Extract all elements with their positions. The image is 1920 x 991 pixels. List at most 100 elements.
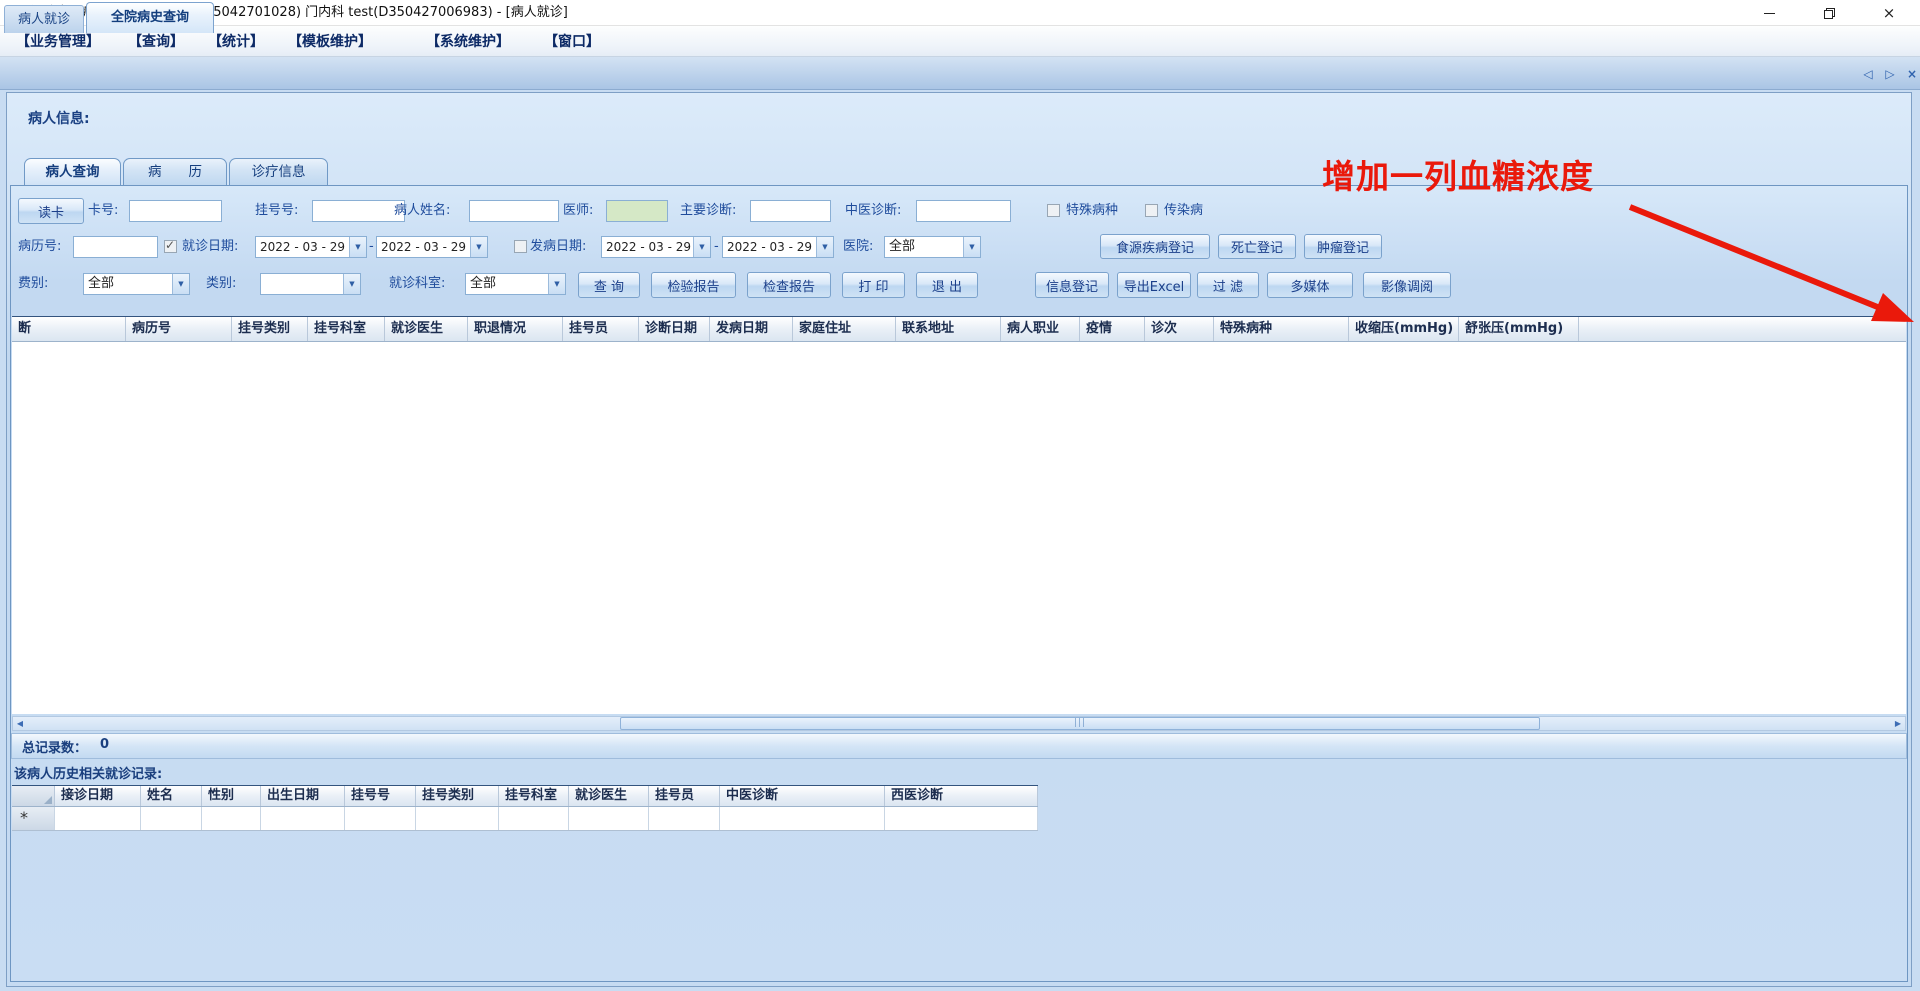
dropdown-icon[interactable]: ▼ bbox=[963, 237, 980, 257]
column-header[interactable]: 病历号 bbox=[126, 317, 232, 341]
column-header[interactable]: 就诊医生 bbox=[569, 786, 649, 806]
menu-system[interactable]: 【系统维护】 bbox=[426, 31, 510, 53]
column-header[interactable]: 诊断日期 bbox=[639, 317, 710, 341]
infectious-label: 传染病 bbox=[1164, 203, 1204, 218]
menu-query[interactable]: 【查询】 bbox=[128, 31, 184, 53]
special-disease-checkbox[interactable] bbox=[1047, 204, 1060, 217]
menu-window[interactable]: 【窗口】 bbox=[544, 31, 600, 53]
total-records-value: 0 bbox=[100, 737, 110, 752]
column-header[interactable]: 收缩压(mmHg) bbox=[1349, 317, 1459, 341]
column-header[interactable]: 挂号科室 bbox=[308, 317, 385, 341]
column-header[interactable]: 诊次 bbox=[1145, 317, 1214, 341]
hospital-value: 全部 bbox=[889, 239, 916, 254]
results-grid-body[interactable] bbox=[12, 342, 1906, 714]
column-header[interactable]: 姓名 bbox=[141, 786, 202, 806]
column-header[interactable]: 职退情况 bbox=[468, 317, 563, 341]
column-header[interactable]: 西医诊断 bbox=[885, 786, 1038, 806]
column-header[interactable]: 特殊病种 bbox=[1214, 317, 1349, 341]
tab-scroll-right-icon[interactable]: ▷ bbox=[1882, 66, 1898, 82]
dropdown-icon[interactable]: ▼ bbox=[172, 274, 189, 294]
restore-button[interactable] bbox=[1806, 0, 1852, 26]
image-view-button[interactable]: 影像调阅 bbox=[1363, 272, 1451, 298]
filter-button[interactable]: 过 滤 bbox=[1197, 272, 1259, 298]
column-header[interactable]: 挂号类别 bbox=[416, 786, 499, 806]
column-header[interactable]: 舒张压(mmHg) bbox=[1459, 317, 1579, 341]
column-header[interactable]: 家庭住址 bbox=[793, 317, 896, 341]
dropdown-icon[interactable]: ▼ bbox=[470, 237, 487, 257]
menu-template[interactable]: 【模板维护】 bbox=[288, 31, 372, 53]
column-header[interactable]: 出生日期 bbox=[261, 786, 345, 806]
column-header[interactable]: 疫情 bbox=[1080, 317, 1145, 341]
visit-date-from-picker[interactable]: 2022 - 03 - 29 ▼ bbox=[255, 236, 367, 258]
patient-name-input[interactable] bbox=[469, 200, 559, 222]
dropdown-icon[interactable]: ▼ bbox=[693, 237, 710, 257]
visit-date-to-value: 2022 - 03 - 29 bbox=[381, 240, 466, 254]
export-excel-button[interactable]: 导出Excel bbox=[1117, 272, 1191, 298]
tab-close-icon[interactable]: × bbox=[1904, 66, 1920, 82]
tcm-diagnosis-input[interactable] bbox=[916, 200, 1011, 222]
dropdown-icon[interactable]: ▼ bbox=[548, 274, 565, 294]
menu-business[interactable]: 【业务管理】 bbox=[16, 31, 100, 53]
column-header[interactable]: 挂号员 bbox=[563, 317, 639, 341]
menu-stats[interactable]: 【统计】 bbox=[208, 31, 264, 53]
record-no-input[interactable] bbox=[73, 236, 158, 258]
dropdown-icon[interactable]: ▼ bbox=[349, 237, 366, 257]
read-card-button[interactable]: 读卡 bbox=[18, 198, 84, 224]
visit-date-checkbox[interactable]: ✓ bbox=[164, 238, 177, 253]
dropdown-icon[interactable]: ▼ bbox=[343, 274, 360, 294]
column-header[interactable]: 中医诊断 bbox=[720, 786, 885, 806]
subtab-patient-query[interactable]: 病人查询 bbox=[24, 158, 121, 186]
exam-report-button[interactable]: 检查报告 bbox=[747, 272, 831, 298]
query-button[interactable]: 查 询 bbox=[578, 272, 640, 298]
food-disease-register-button[interactable]: 食源疾病登记 bbox=[1100, 234, 1210, 259]
tab-patient-visit[interactable]: 病人就诊 bbox=[4, 5, 84, 33]
history-grid-new-row[interactable]: * bbox=[12, 807, 1038, 831]
column-header[interactable]: 断 bbox=[12, 317, 126, 341]
category-select[interactable]: ▼ bbox=[260, 273, 361, 295]
onset-date-to-picker[interactable]: 2022 - 03 - 29 ▼ bbox=[722, 236, 834, 258]
card-no-input[interactable] bbox=[129, 200, 222, 222]
main-diagnosis-input[interactable] bbox=[750, 200, 831, 222]
column-header[interactable]: 性别 bbox=[202, 786, 261, 806]
close-button[interactable]: × bbox=[1866, 0, 1912, 26]
fee-type-select[interactable]: 全部 ▼ bbox=[83, 273, 190, 295]
subtab-treatment-info[interactable]: 诊疗信息 bbox=[229, 158, 328, 186]
lab-report-button[interactable]: 检验报告 bbox=[651, 272, 736, 298]
empty-cell bbox=[141, 807, 202, 830]
death-register-button[interactable]: 死亡登记 bbox=[1218, 234, 1296, 259]
scrollbar-thumb[interactable]: ||| bbox=[620, 717, 1540, 730]
onset-date-checkbox[interactable] bbox=[514, 240, 527, 253]
multimedia-button[interactable]: 多媒体 bbox=[1267, 272, 1353, 298]
scroll-left-icon[interactable]: ◀ bbox=[13, 717, 27, 730]
onset-date-from-picker[interactable]: 2022 - 03 - 29 ▼ bbox=[601, 236, 711, 258]
column-header[interactable]: 就诊医生 bbox=[385, 317, 468, 341]
column-header[interactable]: 联系地址 bbox=[896, 317, 1001, 341]
subtab-medical-record[interactable]: 病 历 bbox=[123, 158, 227, 186]
tab-history-query[interactable]: 全院病史查询 bbox=[86, 2, 214, 33]
date-range-dash: - bbox=[714, 239, 719, 254]
infectious-checkbox[interactable] bbox=[1145, 204, 1158, 217]
doctor-input[interactable] bbox=[606, 200, 668, 222]
column-header[interactable]: 挂号员 bbox=[649, 786, 720, 806]
column-header[interactable]: 发病日期 bbox=[710, 317, 793, 341]
column-header[interactable]: 挂号类别 bbox=[232, 317, 308, 341]
exit-button[interactable]: 退 出 bbox=[916, 272, 978, 298]
tumor-register-button[interactable]: 肿瘤登记 bbox=[1304, 234, 1382, 259]
column-header[interactable]: 接诊日期 bbox=[55, 786, 141, 806]
reg-no-input[interactable] bbox=[312, 200, 405, 222]
checkmark-icon: ✓ bbox=[165, 238, 176, 252]
column-header[interactable]: 挂号科室 bbox=[499, 786, 569, 806]
column-header[interactable]: 挂号号 bbox=[345, 786, 416, 806]
scroll-right-icon[interactable]: ▶ bbox=[1891, 717, 1905, 730]
tab-scroll-left-icon[interactable]: ◁ bbox=[1860, 66, 1876, 82]
dropdown-icon[interactable]: ▼ bbox=[816, 237, 833, 257]
visit-date-to-picker[interactable]: 2022 - 03 - 29 ▼ bbox=[376, 236, 488, 258]
minimize-button[interactable] bbox=[1746, 0, 1792, 26]
info-register-button[interactable]: 信息登记 bbox=[1035, 272, 1109, 298]
menu-bar: 【业务管理】 【查询】 【统计】 【模板维护】 【系统维护】 【窗口】 bbox=[0, 26, 1920, 57]
dept-select[interactable]: 全部 ▼ bbox=[465, 273, 566, 295]
print-button[interactable]: 打 印 bbox=[842, 272, 905, 298]
row-selector-corner[interactable] bbox=[12, 786, 55, 806]
hospital-select[interactable]: 全部 ▼ bbox=[884, 236, 981, 258]
column-header[interactable]: 病人职业 bbox=[1001, 317, 1080, 341]
